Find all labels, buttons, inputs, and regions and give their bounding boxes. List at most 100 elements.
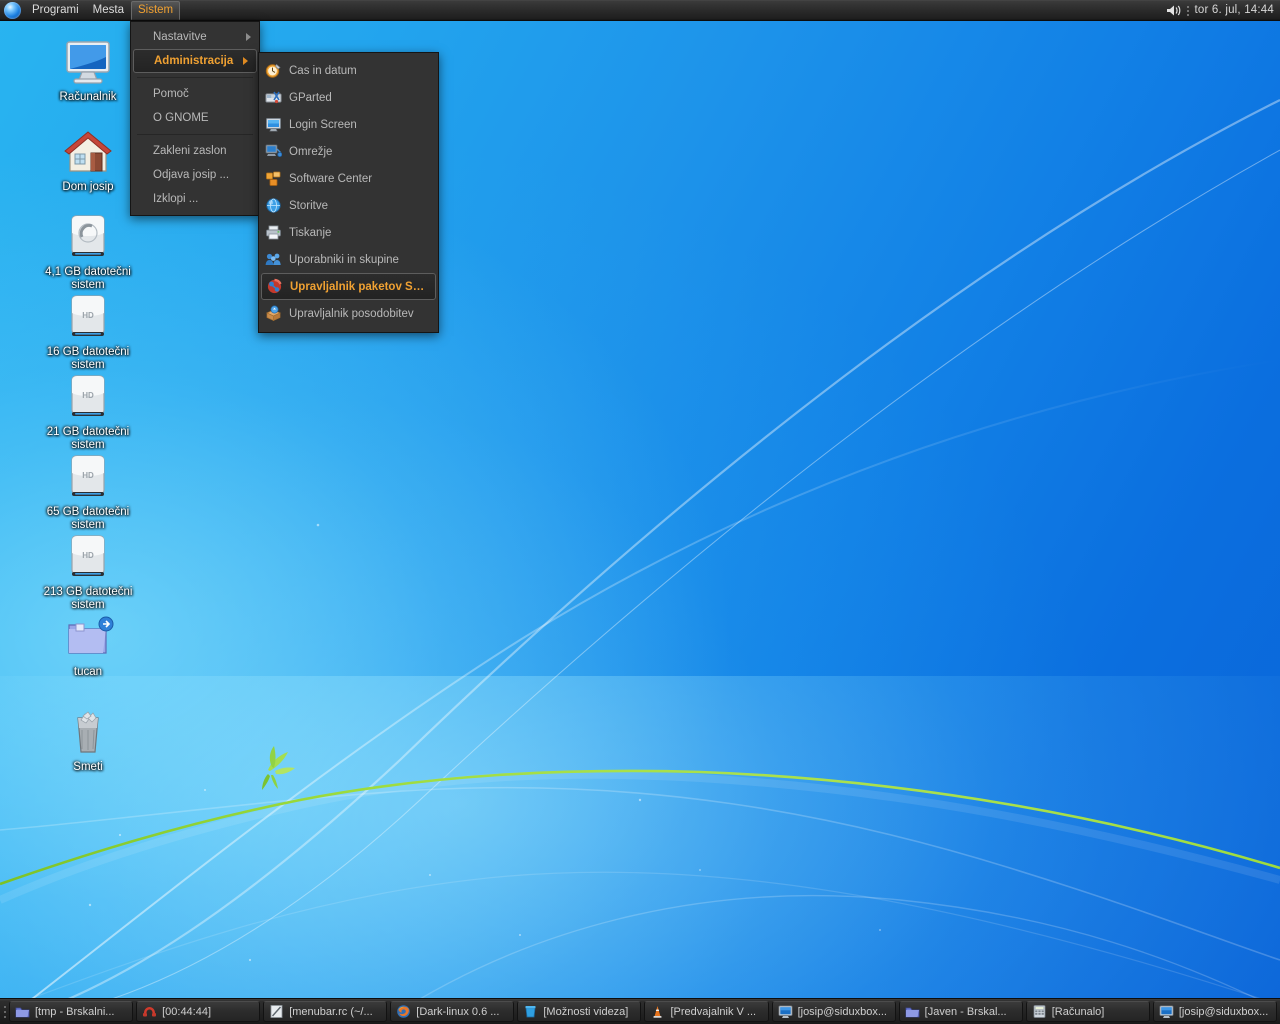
menu-item-label: Zakleni zaslon bbox=[153, 145, 227, 157]
update-manager-icon bbox=[265, 305, 282, 322]
menu-item-o-gnome[interactable]: O GNOME bbox=[131, 106, 259, 130]
menu-item-label: Omrežje bbox=[289, 145, 333, 158]
menu-item-gparted[interactable]: GParted bbox=[259, 84, 438, 111]
menu-item-administracija[interactable]: Administracija bbox=[133, 49, 257, 73]
terminal-icon bbox=[1159, 1004, 1174, 1019]
svg-text:HD: HD bbox=[82, 391, 94, 400]
task-button-label: [josip@siduxbox... bbox=[797, 1005, 887, 1018]
menu-programi[interactable]: Programi bbox=[25, 1, 86, 20]
menu-item-label: Čas in datum bbox=[289, 64, 357, 77]
desktop-icon-tucan[interactable]: tucan bbox=[30, 611, 146, 679]
home-folder-icon bbox=[62, 126, 114, 178]
harddisk-icon: HD bbox=[62, 371, 114, 423]
menu-item-pomoc[interactable]: Pomoč bbox=[131, 82, 259, 106]
system-menu-dropdown: Nastavitve Administracija Pomoč O GNOME … bbox=[130, 21, 260, 216]
menu-item-label: Upravljalnik paketov Synaptic bbox=[290, 280, 427, 293]
desktop-icon-racunalnik[interactable]: Računalnik bbox=[30, 36, 146, 104]
top-panel: Programi Mesta Sistem tor 6. jul, 14:44 bbox=[0, 0, 1280, 21]
desktop-icon-label: 4,1 GB datotečni sistem bbox=[45, 266, 131, 291]
menu-item-omrezje[interactable]: Omrežje bbox=[259, 138, 438, 165]
desktop-icon-smeti[interactable]: Smeti bbox=[30, 706, 146, 774]
menu-item-cas-in-datum[interactable]: Čas in datum bbox=[259, 57, 438, 84]
menu-item-login-screen[interactable]: Login Screen bbox=[259, 111, 438, 138]
computer-monitor-icon bbox=[62, 36, 114, 88]
desktop-icon-label: 16 GB datotečni sistem bbox=[46, 346, 130, 371]
clock-icon bbox=[265, 62, 282, 79]
desktop-icon-label: 21 GB datotečni sistem bbox=[46, 426, 130, 451]
menu-item-label: Uporabniki in skupine bbox=[289, 253, 399, 266]
menu-item-storitve[interactable]: Storitve bbox=[259, 192, 438, 219]
tray-drag-grip-icon[interactable] bbox=[1186, 4, 1190, 17]
vlc-icon bbox=[650, 1004, 665, 1019]
task-button-menubarrc[interactable]: [menubar.rc (~/... bbox=[263, 1001, 388, 1022]
menu-item-label: O GNOME bbox=[153, 112, 209, 124]
harddisk-icon bbox=[62, 211, 114, 263]
printer-icon bbox=[265, 224, 282, 241]
desktop-icon-fs-21gb[interactable]: HD 21 GB datotečni sistem bbox=[30, 371, 146, 452]
menu-item-izklopi[interactable]: Izklopi ... bbox=[131, 187, 259, 211]
task-button-label: [Javen - Brskal... bbox=[924, 1005, 1007, 1018]
trash-full-icon bbox=[62, 706, 114, 758]
desktop-icon-label: tucan bbox=[73, 666, 103, 678]
desktop-icon-fs-16gb[interactable]: HD 16 GB datotečni sistem bbox=[30, 291, 146, 372]
chevron-right-icon bbox=[246, 33, 251, 41]
menu-item-label: Software Center bbox=[289, 172, 373, 185]
task-button-terminal-2[interactable]: [josip@siduxbox... bbox=[1152, 1001, 1277, 1022]
task-button-racunalo[interactable]: [Računalo] bbox=[1025, 1001, 1150, 1022]
partition-editor-icon bbox=[265, 89, 282, 106]
users-icon bbox=[265, 251, 282, 268]
desktop-icon-label: Dom josip bbox=[62, 181, 114, 193]
gnome-foot-icon[interactable] bbox=[4, 1, 21, 19]
harddisk-icon: HD bbox=[62, 291, 114, 343]
task-button-timer[interactable]: [00:44:44] bbox=[136, 1001, 261, 1022]
menu-item-uporabniki-in-skupine[interactable]: Uporabniki in skupine bbox=[259, 246, 438, 273]
menu-item-tiskanje[interactable]: Tiskanje bbox=[259, 219, 438, 246]
menu-item-odjava[interactable]: Odjava josip ... bbox=[131, 163, 259, 187]
task-button-tmp-brskalnik[interactable]: [tmp - Brskalni... bbox=[9, 1001, 134, 1022]
menu-item-upravljalnik-posodobitev[interactable]: Upravljalnik posodobitev bbox=[259, 300, 438, 327]
task-button-label: [00:44:44] bbox=[162, 1005, 212, 1018]
desktop-icon-label: 213 GB datotečni sistem bbox=[43, 586, 133, 611]
svg-text:HD: HD bbox=[82, 311, 94, 320]
network-icon bbox=[265, 143, 283, 160]
taskbar-drag-grip-icon[interactable] bbox=[0, 999, 9, 1024]
menu-item-zakleni-zaslon[interactable]: Zakleni zaslon bbox=[131, 139, 259, 163]
menu-item-label: Tiskanje bbox=[289, 226, 332, 239]
task-button-label: [Dark-linux 0.6 ... bbox=[416, 1005, 500, 1018]
menu-item-nastavitve[interactable]: Nastavitve bbox=[131, 25, 259, 49]
terminal-icon bbox=[778, 1004, 793, 1019]
panel-clock[interactable]: tor 6. jul, 14:44 bbox=[1195, 4, 1274, 16]
svg-text:HD: HD bbox=[82, 471, 94, 480]
task-button-label: [menubar.rc (~/... bbox=[289, 1005, 373, 1018]
svg-text:HD: HD bbox=[82, 551, 94, 560]
menu-separator bbox=[137, 134, 253, 135]
folder-icon bbox=[15, 1004, 30, 1019]
task-button-vlc[interactable]: [Predvajalnik V ... bbox=[644, 1001, 769, 1022]
menu-item-software-center[interactable]: Software Center bbox=[259, 165, 438, 192]
task-button-label: [Predvajalnik V ... bbox=[670, 1005, 757, 1018]
text-editor-icon bbox=[269, 1004, 284, 1019]
task-button-terminal-1[interactable]: [josip@siduxbox... bbox=[771, 1001, 896, 1022]
task-button-firefox[interactable]: [Dark-linux 0.6 ... bbox=[390, 1001, 515, 1022]
task-button-label: [Možnosti videza] bbox=[543, 1005, 629, 1018]
task-button-label: [josip@siduxbox... bbox=[1178, 1005, 1269, 1018]
harddisk-icon: HD bbox=[62, 451, 114, 503]
desktop-icon-dom-josip[interactable]: Dom josip bbox=[30, 126, 146, 194]
desktop-icon-label: Smeti bbox=[73, 761, 103, 773]
menu-item-synaptic[interactable]: Upravljalnik paketov Synaptic bbox=[261, 273, 436, 300]
desktop-icon-fs-65gb[interactable]: HD 65 GB datotečni sistem bbox=[30, 451, 146, 532]
menu-item-label: Administracija bbox=[154, 55, 234, 67]
menu-mesta[interactable]: Mesta bbox=[86, 1, 131, 20]
services-globe-icon bbox=[265, 197, 282, 214]
harddisk-icon: HD bbox=[62, 531, 114, 583]
desktop-icon-fs-4gb[interactable]: 4,1 GB datotečni sistem bbox=[30, 211, 146, 292]
task-button-moznosti-videza[interactable]: [Možnosti videza] bbox=[517, 1001, 642, 1022]
desktop-icon-fs-213gb[interactable]: HD 213 GB datotečni sistem bbox=[30, 531, 146, 612]
window-list: [tmp - Brskalni... [00:44:44] [menubar.r… bbox=[9, 999, 1280, 1024]
folder-icon bbox=[905, 1004, 920, 1019]
menu-item-label: Pomoč bbox=[153, 88, 189, 100]
task-button-javen-brskalnik[interactable]: [Javen - Brskal... bbox=[898, 1001, 1023, 1022]
speaker-icon[interactable] bbox=[1166, 4, 1182, 17]
menu-sistem[interactable]: Sistem bbox=[130, 0, 181, 20]
bottom-taskbar: [tmp - Brskalni... [00:44:44] [menubar.r… bbox=[0, 998, 1280, 1024]
